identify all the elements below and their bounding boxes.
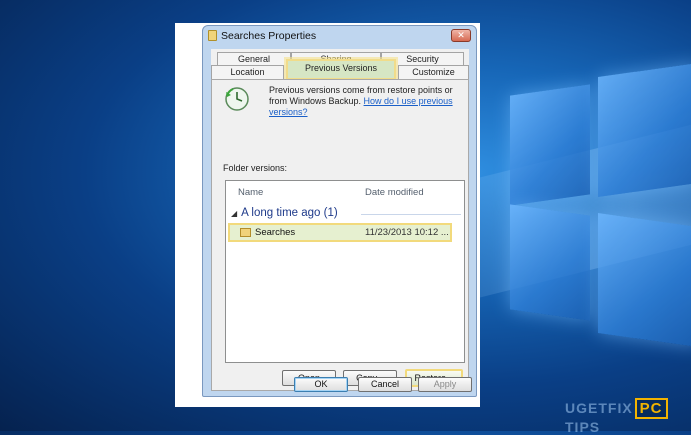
site-watermark: UGETFIX PCTIPS (565, 398, 691, 435)
description-text: Previous versions come from restore poin… (269, 85, 453, 117)
dialog-title: Searches Properties (221, 30, 317, 42)
close-icon: ✕ (457, 30, 465, 40)
column-header-date-modified[interactable]: Date modified (365, 187, 424, 198)
list-item[interactable]: Searches 11/23/2013 10:12 ... (228, 223, 452, 242)
properties-dialog: Searches Properties ✕ General Sharing Se… (202, 25, 477, 397)
tab-previous-versions[interactable]: Previous Versions (286, 59, 396, 80)
title-bar[interactable]: Searches Properties ✕ (203, 26, 476, 46)
ok-button[interactable]: OK (294, 377, 348, 392)
folder-icon (208, 30, 217, 41)
windows-logo (480, 20, 691, 350)
tab-general[interactable]: General (217, 52, 291, 65)
restore-clock-icon (225, 87, 249, 111)
item-date-modified: 11/23/2013 10:12 ... (365, 227, 449, 238)
apply-button[interactable]: Apply (418, 377, 472, 392)
tab-customize[interactable]: Customize (398, 65, 469, 79)
versions-list[interactable]: Name Date modified ◢ A long time ago (1) … (225, 180, 465, 363)
folder-icon (240, 228, 251, 237)
close-button[interactable]: ✕ (451, 29, 471, 42)
collapse-arrow-icon[interactable]: ◢ (231, 209, 237, 218)
group-header[interactable]: ◢ A long time ago (1) (231, 207, 461, 219)
previous-versions-panel: Previous versions come from restore poin… (211, 79, 469, 391)
tab-location[interactable]: Location (211, 65, 284, 79)
column-header-name[interactable]: Name (238, 187, 263, 198)
item-name: Searches (255, 227, 296, 238)
cancel-button[interactable]: Cancel (358, 377, 412, 392)
folder-versions-label: Folder versions: (223, 163, 288, 173)
dialog-body: General Sharing Security Location Previo… (211, 49, 469, 391)
